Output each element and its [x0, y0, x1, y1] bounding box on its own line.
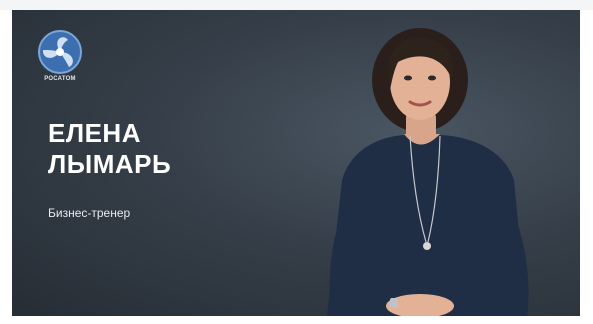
top-strip [0, 0, 593, 10]
speaker-last-name: ЛЫМАРЬ [48, 149, 172, 179]
speaker-name: ЕЛЕНА ЛЫМАРЬ [48, 118, 171, 180]
rosatom-logo: РОСАТОМ [34, 28, 86, 98]
speaker-image [327, 28, 529, 316]
video-frame[interactable]: РОСАТОМ ЕЛЕНА ЛЫМАРЬ Бизнес-тренер [12, 10, 580, 316]
speaker-role: Бизнес-тренер [48, 206, 131, 220]
speaker-first-name: ЕЛЕНА [48, 118, 141, 148]
logo-label: РОСАТОМ [44, 76, 76, 82]
rosatom-logo-icon [38, 30, 82, 74]
